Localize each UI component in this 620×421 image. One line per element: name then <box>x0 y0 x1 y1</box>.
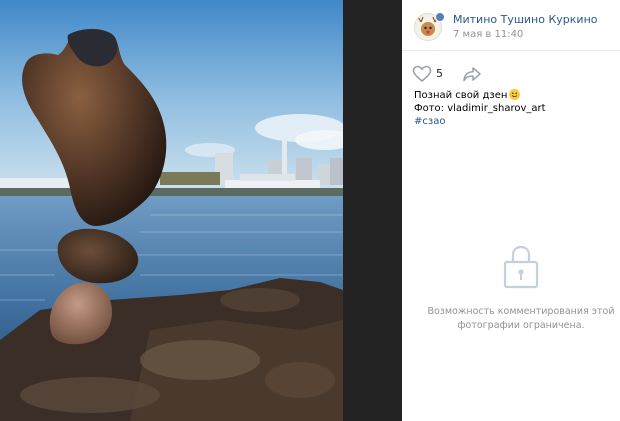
group-name-link[interactable]: Митино Тушино Куркино <box>453 13 598 26</box>
post-date[interactable]: 7 мая в 11:40 <box>453 29 523 40</box>
post-header: Митино Тушино Куркино 7 мая в 11:40 <box>402 0 620 51</box>
post-photo[interactable] <box>0 0 343 421</box>
post-text-line: Познай свой дзен <box>414 89 614 102</box>
heart-icon[interactable] <box>412 65 432 83</box>
photo-viewer: Митино Тушино Куркино 7 мая в 11:40 5 По… <box>0 0 620 421</box>
lock-icon <box>503 244 539 290</box>
hashtag-link[interactable]: #сзао <box>414 115 614 128</box>
post-caption: Познай свой дзен <box>414 90 508 101</box>
post-text: Познай свой дзен Фото: vladimir_sharov_a… <box>414 89 614 128</box>
post-sidebar: Митино Тушино Куркино 7 мая в 11:40 5 По… <box>402 0 620 421</box>
comments-restricted-note: Возможность комментирования этой фотогра… <box>427 306 615 331</box>
smiling-face-emoji-icon <box>509 89 521 100</box>
viewer-background <box>343 0 402 421</box>
post-actions: 5 <box>402 60 620 86</box>
share-arrow-icon[interactable] <box>462 65 482 83</box>
verified-badge-icon <box>435 12 445 22</box>
photo-credit: Фото: vladimir_sharov_art <box>414 103 546 114</box>
like-count[interactable]: 5 <box>436 67 443 80</box>
photo-area[interactable] <box>0 0 402 421</box>
